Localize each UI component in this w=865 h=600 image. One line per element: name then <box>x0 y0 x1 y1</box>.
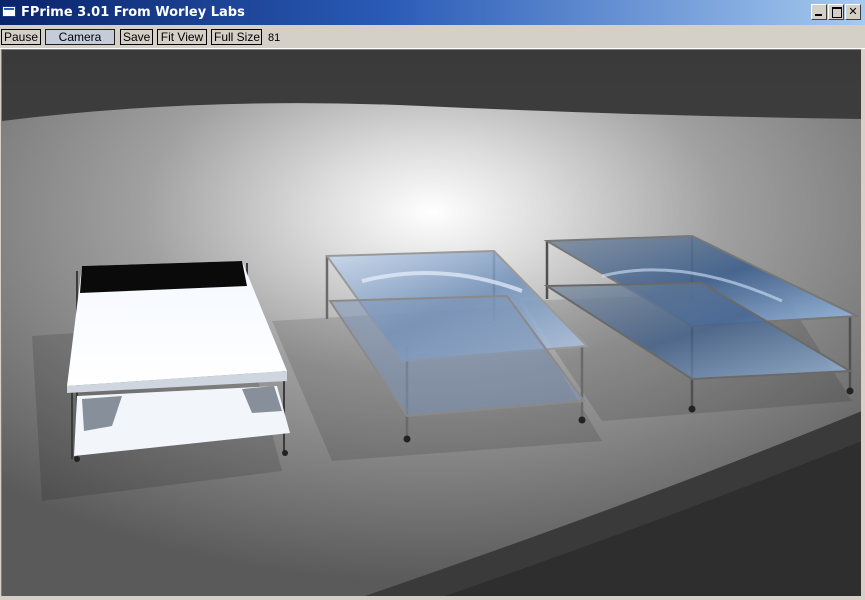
window-title: FPrime 3.01 From Worley Labs <box>21 5 245 20</box>
render-image <box>2 50 862 597</box>
camera-button[interactable]: Camera <box>45 29 115 45</box>
pause-button[interactable]: Pause <box>1 29 41 45</box>
maximize-icon <box>832 7 842 18</box>
frame-count: 81 <box>268 32 281 44</box>
window-bottom-border <box>0 596 865 600</box>
fit-view-button[interactable]: Fit View <box>157 29 207 45</box>
title-bar[interactable]: FPrime 3.01 From Worley Labs ✕ <box>0 0 865 25</box>
close-button[interactable]: ✕ <box>845 4 861 20</box>
application-window-icon[interactable] <box>2 6 16 17</box>
minimize-button[interactable] <box>811 4 827 20</box>
close-icon: ✕ <box>848 5 858 18</box>
minimize-icon <box>815 14 822 16</box>
render-viewport[interactable] <box>1 49 862 597</box>
toolbar: Pause Camera Save Fit View Full Size 81 <box>0 25 865 49</box>
window-right-border <box>861 49 865 600</box>
maximize-button[interactable] <box>828 4 844 20</box>
full-size-button[interactable]: Full Size <box>211 29 262 45</box>
save-button[interactable]: Save <box>120 29 153 45</box>
